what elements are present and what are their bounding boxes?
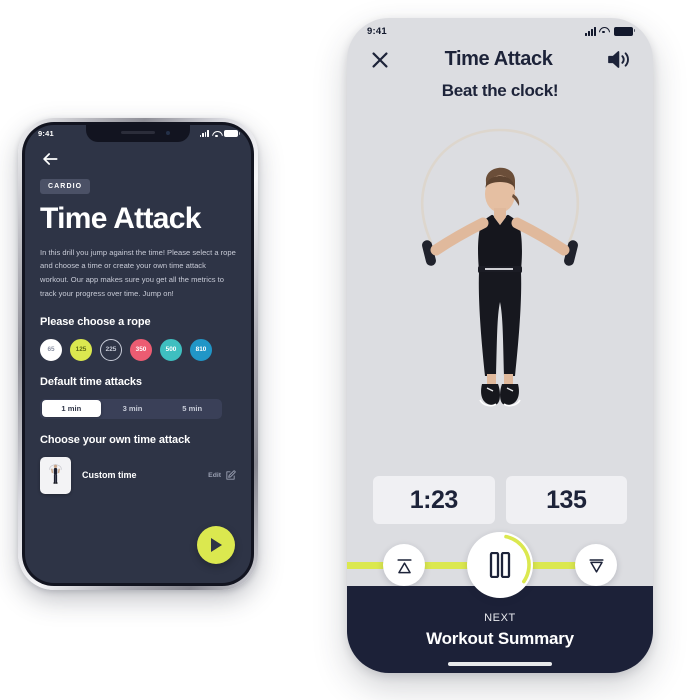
default-times-title: Default time attacks bbox=[40, 375, 142, 388]
battery-icon bbox=[614, 26, 635, 36]
next-label: NEXT bbox=[484, 612, 516, 624]
left-phone-screen: 9:41 CARDIO Time Attack In this drill yo… bbox=[25, 125, 251, 583]
pause-button[interactable] bbox=[467, 532, 533, 598]
left-phone-bezel: 9:41 CARDIO Time Attack In this drill yo… bbox=[22, 122, 254, 586]
next-workout-footer[interactable]: NEXT Workout Summary bbox=[347, 586, 653, 673]
status-indicators bbox=[199, 130, 240, 137]
page-description: In this drill you jump against the time!… bbox=[40, 247, 236, 298]
left-status-bar: 9:41 bbox=[25, 125, 251, 142]
custom-time-title: Choose your own time attack bbox=[40, 433, 191, 446]
status-time: 9:41 bbox=[367, 25, 387, 37]
rope-label: 225 bbox=[105, 346, 117, 354]
workout-title: Time Attack bbox=[444, 48, 553, 70]
edit-custom-time-button[interactable]: Edit bbox=[208, 470, 236, 481]
wifi-icon bbox=[212, 130, 221, 137]
status-indicators bbox=[585, 26, 635, 36]
battery-icon bbox=[224, 130, 240, 137]
rope-label: 500 bbox=[165, 346, 177, 354]
screenshot-stage: 9:41 CARDIO Time Attack In this drill yo… bbox=[0, 0, 700, 700]
rope-option-350[interactable]: 350 bbox=[130, 338, 152, 361]
play-icon bbox=[211, 538, 222, 552]
cellular-bars-icon bbox=[199, 130, 209, 137]
left-phone-device: 9:41 CARDIO Time Attack In this drill yo… bbox=[18, 118, 258, 590]
rope-label: 810 bbox=[195, 346, 207, 354]
rope-section-title: Please choose a rope bbox=[40, 315, 151, 328]
edit-label: Edit bbox=[208, 471, 221, 479]
workout-stats: 1:23 135 bbox=[347, 476, 653, 536]
rope-option-225[interactable]: 225 bbox=[100, 338, 122, 361]
elapsed-time-stat: 1:23 bbox=[373, 476, 495, 524]
time-option-3min[interactable]: 3 min bbox=[103, 399, 163, 419]
edit-pencil-icon[interactable] bbox=[225, 470, 236, 481]
skip-to-end-icon bbox=[588, 558, 604, 573]
hero-image-area bbox=[347, 101, 653, 476]
rope-selector: 65 125 225 350 500 810 bbox=[40, 338, 236, 361]
right-phone-screen: 9:41 Time Attack Beat the clock! 1:23 13… bbox=[347, 18, 653, 673]
skip-to-start-button[interactable] bbox=[383, 544, 425, 586]
time-option-1min[interactable]: 1 min bbox=[41, 400, 102, 418]
rope-label: 65 bbox=[47, 346, 55, 354]
custom-time-label: Custom time bbox=[82, 470, 137, 481]
page-title: Time Attack bbox=[40, 202, 201, 235]
playback-controls bbox=[347, 532, 653, 598]
jump-count-stat: 135 bbox=[505, 476, 627, 524]
cellular-bars-icon bbox=[585, 26, 596, 36]
time-segment-control: 1 min 3 min 5 min bbox=[40, 398, 222, 419]
back-arrow-icon[interactable] bbox=[40, 149, 60, 169]
custom-time-row[interactable]: Custom time Edit bbox=[40, 456, 236, 494]
time-option-5min[interactable]: 5 min bbox=[162, 399, 222, 419]
skip-to-start-icon bbox=[396, 558, 412, 573]
status-badge: CARDIO bbox=[40, 179, 91, 194]
start-workout-button[interactable] bbox=[197, 526, 235, 564]
rope-option-810[interactable]: 810 bbox=[190, 338, 212, 361]
progress-fill bbox=[347, 562, 580, 569]
left-content: CARDIO Time Attack In this drill you jum… bbox=[25, 142, 251, 494]
next-workout-title: Workout Summary bbox=[426, 629, 574, 648]
jumper-thumbnail-icon bbox=[40, 456, 71, 494]
right-header: Time Attack bbox=[347, 44, 653, 71]
rope-label: 125 bbox=[75, 346, 87, 354]
skip-to-end-button[interactable] bbox=[575, 544, 617, 586]
home-indicator bbox=[448, 662, 552, 666]
rope-option-125[interactable]: 125 bbox=[70, 338, 92, 361]
speaker-volume-icon[interactable] bbox=[606, 48, 631, 71]
status-time: 9:41 bbox=[38, 129, 54, 138]
woman-jumping-rope-photo bbox=[420, 128, 580, 406]
right-notch bbox=[426, 18, 574, 42]
rope-option-500[interactable]: 500 bbox=[160, 338, 182, 361]
workout-subtitle: Beat the clock! bbox=[441, 81, 559, 100]
rope-option-65[interactable]: 65 bbox=[40, 338, 62, 361]
wifi-icon bbox=[599, 27, 611, 36]
close-x-icon[interactable] bbox=[369, 49, 391, 71]
pause-icon bbox=[489, 552, 511, 578]
jumper-thumb-figure bbox=[49, 464, 62, 485]
rope-label: 350 bbox=[135, 346, 147, 354]
